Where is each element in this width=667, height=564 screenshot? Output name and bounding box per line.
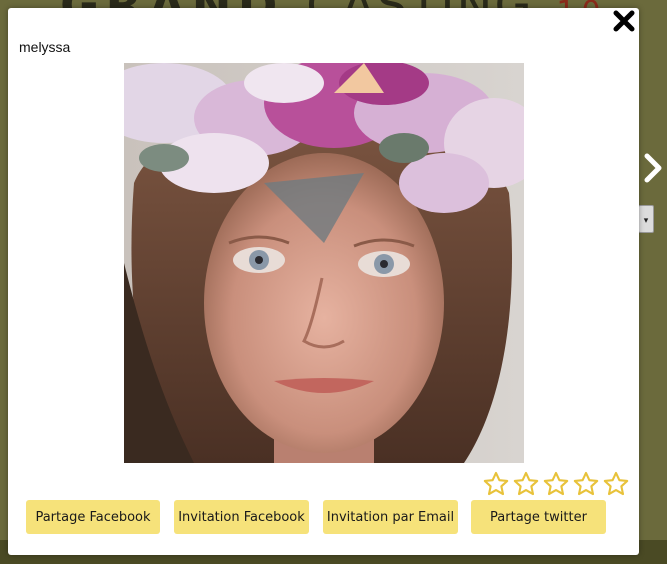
- contestant-name: melyssa: [19, 39, 71, 55]
- contestant-photo: [124, 63, 524, 463]
- star-icon[interactable]: [602, 470, 630, 498]
- chevron-right-icon[interactable]: [643, 150, 665, 186]
- star-icon[interactable]: [482, 470, 510, 498]
- close-icon[interactable]: [611, 8, 637, 34]
- facebook-invite-button[interactable]: Invitation Facebook: [174, 500, 309, 534]
- star-icon[interactable]: [512, 470, 540, 498]
- background-select[interactable]: ▾: [638, 205, 654, 233]
- star-icon[interactable]: [542, 470, 570, 498]
- photo-modal: melyssa Partage Facebook Invitation Face…: [8, 8, 639, 555]
- select-arrow: ▾: [643, 215, 649, 225]
- rating-stars[interactable]: [482, 470, 630, 498]
- facebook-share-button[interactable]: Partage Facebook: [26, 500, 160, 534]
- star-icon[interactable]: [572, 470, 600, 498]
- email-invite-button[interactable]: Invitation par Email: [323, 500, 458, 534]
- twitter-share-button[interactable]: Partage twitter: [471, 500, 606, 534]
